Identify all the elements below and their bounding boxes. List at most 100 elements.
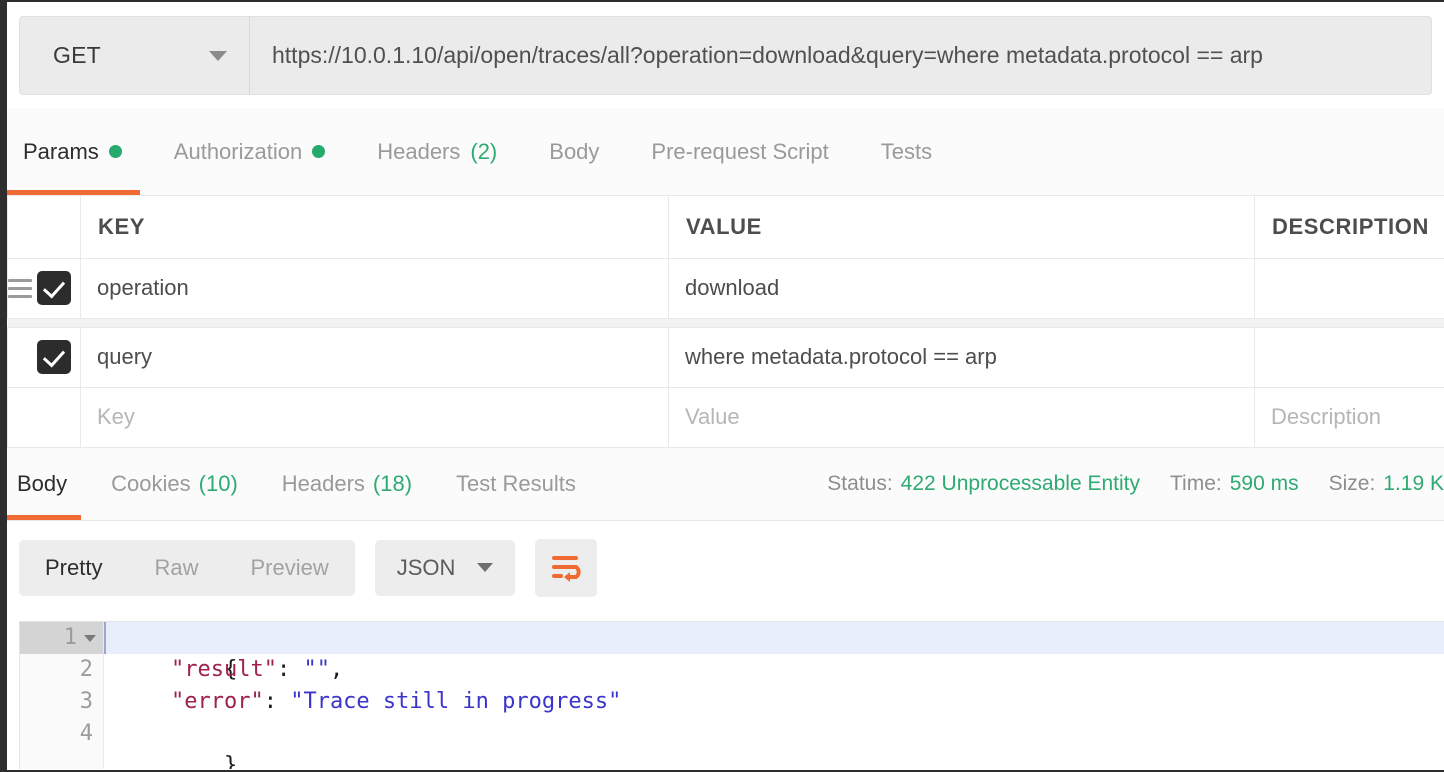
view-pretty-button[interactable]: Pretty (19, 540, 128, 596)
table-row[interactable]: operation download (7, 258, 1444, 319)
line-number: 2 (79, 656, 93, 682)
response-tab-body-label: Body (17, 470, 68, 496)
row-value-cell[interactable]: where metadata.protocol == arp (668, 327, 1255, 388)
code-line: "result": "", (104, 654, 1444, 686)
code-line: } (104, 718, 1444, 769)
table-row[interactable]: query where metadata.protocol == arp (7, 327, 1444, 388)
response-meta: Status: 422 Unprocessable Entity Time: 5… (827, 472, 1444, 496)
drag-handle-icon[interactable] (8, 278, 32, 298)
word-wrap-button[interactable] (535, 538, 598, 597)
tab-authorization[interactable]: Authorization (148, 108, 351, 195)
response-body-editor[interactable]: 1 2 3 4 { "result": "", "error": "Trace … (19, 620, 1444, 769)
editor-gutter: 1 2 3 4 (20, 621, 104, 769)
time-label: Time: (1169, 471, 1222, 495)
code-line: { (104, 621, 1444, 682)
response-tab-headers-label: Headers (281, 470, 365, 496)
row-enabled-checkbox[interactable] (37, 340, 71, 374)
new-row-value-placeholder: Value (685, 404, 740, 429)
header-key-label: KEY (98, 213, 146, 239)
response-tab-headers-count: (18) (372, 470, 413, 496)
response-tab-test-results-label: Test Results (456, 470, 576, 496)
tab-params-label: Params (23, 138, 99, 164)
size-badge: Size: 1.19 K (1329, 472, 1444, 496)
row-key-value: query (97, 344, 153, 369)
line-number: 4 (79, 720, 93, 746)
header-checkbox-cell (7, 196, 81, 259)
tab-headers[interactable]: Headers (2) (351, 108, 523, 195)
header-description: DESCRIPTION (1254, 196, 1444, 259)
response-bar: Body Cookies (10) Headers (18) Test Resu… (7, 447, 1444, 521)
url-input[interactable]: https://10.0.1.10/api/open/traces/all?op… (250, 16, 1432, 95)
tab-body[interactable]: Body (523, 108, 625, 195)
table-row-new[interactable]: Key Value Description (7, 387, 1444, 448)
header-value-label: VALUE (686, 213, 762, 239)
response-tab-body[interactable]: Body (7, 448, 89, 520)
row-checkbox-cell (7, 258, 81, 319)
time-badge: Time: 590 ms (1170, 472, 1299, 496)
tab-body-label: Body (549, 138, 600, 164)
chevron-down-icon (477, 563, 494, 572)
row-description-cell[interactable] (1254, 258, 1444, 319)
new-row-value-cell[interactable]: Value (668, 387, 1255, 448)
new-row-key-cell[interactable]: Key (80, 387, 669, 448)
tab-params[interactable]: Params (7, 108, 148, 195)
response-tab-headers[interactable]: Headers (18) (260, 448, 434, 520)
status-label: Status: (827, 471, 893, 495)
row-value-cell[interactable]: download (668, 258, 1255, 319)
params-modified-dot-icon (108, 145, 122, 158)
row-key-cell[interactable]: operation (80, 258, 669, 319)
code-token: : (276, 656, 304, 682)
header-description-label: DESCRIPTION (1272, 213, 1429, 239)
editor-code-area[interactable]: { "result": "", "error": "Trace still in… (104, 621, 1444, 769)
line-number-label: 1 (63, 624, 77, 650)
header-value: VALUE (668, 196, 1255, 259)
postman-window: GET https://10.0.1.10/api/open/traces/al… (0, 0, 1444, 772)
row-enabled-checkbox[interactable] (37, 271, 71, 305)
row-checkbox-cell (7, 327, 81, 388)
line-number[interactable]: 1 (20, 621, 103, 654)
tab-tests[interactable]: Tests (855, 108, 958, 195)
row-key-cell[interactable]: query (80, 327, 669, 388)
code-token: "result" (170, 656, 277, 682)
line-number: 3 (79, 688, 93, 714)
word-wrap-icon (552, 555, 582, 582)
code-token: "error" (170, 688, 264, 714)
time-value: 590 ms (1229, 471, 1299, 495)
size-label: Size: (1328, 471, 1376, 495)
row-description-cell[interactable] (1254, 327, 1444, 388)
new-row-description-cell[interactable]: Description (1254, 387, 1444, 448)
code-token: , (329, 656, 344, 682)
code-token: : (263, 688, 291, 714)
row-value-value: where metadata.protocol == arp (685, 344, 997, 369)
view-raw-button[interactable]: Raw (128, 540, 224, 596)
response-tabs: Body Cookies (10) Headers (18) Test Resu… (7, 448, 598, 520)
response-view-group: Pretty Raw Preview (19, 539, 355, 596)
code-token: "" (303, 656, 330, 682)
response-tab-cookies[interactable]: Cookies (10) (89, 448, 260, 520)
table-header-row: KEY VALUE DESCRIPTION (7, 196, 1444, 259)
language-select[interactable]: JSON (374, 539, 516, 596)
response-format-toolbar: Pretty Raw Preview JSON (7, 520, 1444, 615)
request-url-bar: GET https://10.0.1.10/api/open/traces/al… (7, 2, 1444, 108)
tab-headers-count: (2) (470, 138, 498, 164)
language-select-label: JSON (396, 554, 456, 580)
row-key-value: operation (97, 275, 189, 300)
code-token: "Trace still in progress" (290, 688, 622, 714)
row-divider (7, 318, 1444, 328)
code-token: } (223, 752, 238, 769)
tab-headers-label: Headers (377, 138, 461, 164)
http-method-label: GET (53, 42, 101, 68)
tab-pre-request-script[interactable]: Pre-request Script (625, 108, 854, 195)
view-preview-button[interactable]: Preview (224, 540, 354, 596)
new-row-description-placeholder: Description (1271, 404, 1382, 429)
code-line: "error": "Trace still in progress" (104, 686, 1444, 718)
http-method-select[interactable]: GET (19, 16, 250, 95)
response-tab-test-results[interactable]: Test Results (434, 448, 598, 520)
row-value-value: download (685, 275, 780, 300)
request-tabs: Params Authorization Headers (2) Body Pr… (7, 108, 1444, 196)
response-tab-cookies-count: (10) (198, 470, 238, 496)
tab-tests-label: Tests (880, 138, 933, 164)
fold-arrow-icon[interactable] (84, 634, 96, 642)
